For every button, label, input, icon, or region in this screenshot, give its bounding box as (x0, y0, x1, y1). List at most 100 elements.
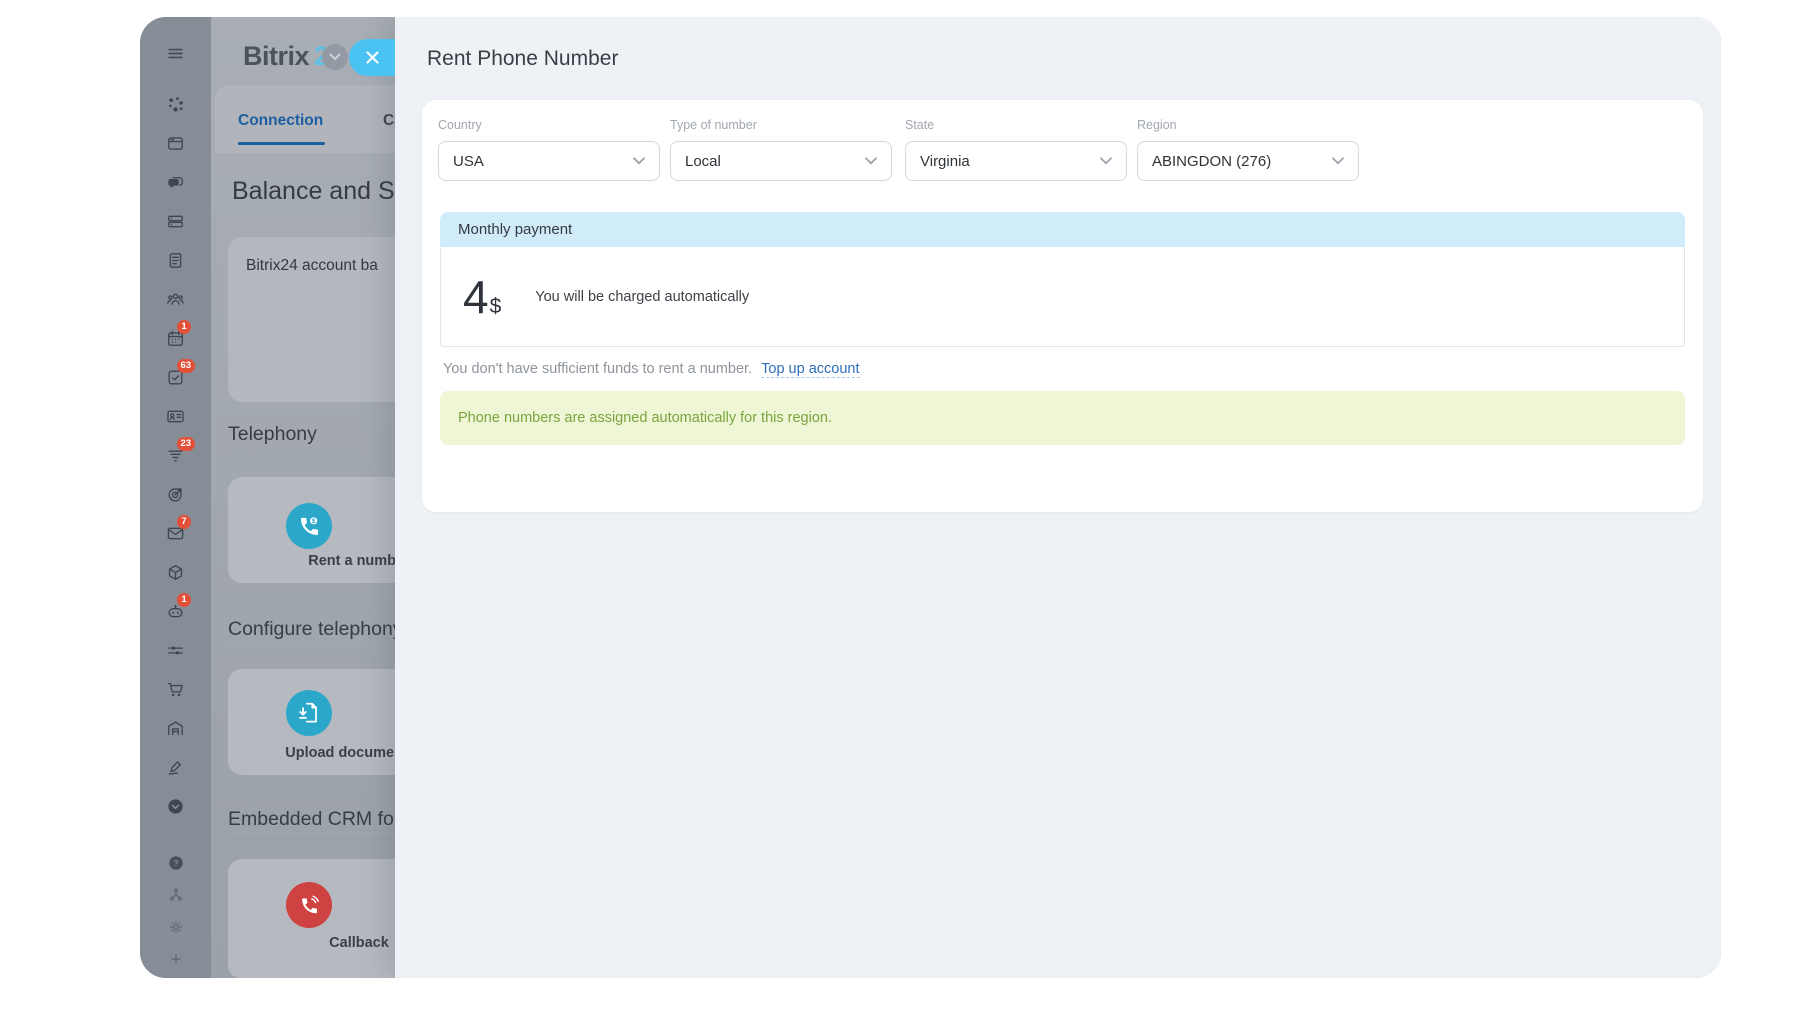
signature-pen-icon (166, 758, 185, 777)
phone-dollar-icon: $ (286, 503, 332, 549)
logo-dropdown-button[interactable] (322, 44, 348, 70)
section-title-embedded-crm-form: Embedded CRM form (228, 808, 417, 831)
top-up-account-link[interactable]: Top up account (761, 361, 859, 378)
sidebar-item-automation[interactable] (140, 631, 211, 670)
sidebar-item-more[interactable] (140, 787, 211, 826)
monthly-payment-box: 4 $ You will be charged automatically (440, 247, 1685, 347)
payment-currency: $ (490, 295, 502, 319)
page-title: Balance and St (232, 177, 402, 206)
sidebar-item-sites[interactable] (140, 553, 211, 592)
payment-amount: 4 $ (463, 274, 501, 320)
country-label: Country (438, 118, 660, 132)
drive-icon (166, 212, 185, 231)
chevron-down-icon (329, 53, 341, 61)
chevron-down-icon (633, 157, 645, 165)
country-value: USA (453, 153, 484, 170)
callback-phone-icon (286, 882, 332, 928)
state-select[interactable]: Virginia (905, 141, 1127, 181)
region-label: Region (1137, 118, 1359, 132)
panel-title: Rent Phone Number (427, 47, 618, 71)
svg-text:$: $ (312, 518, 316, 525)
target-icon (166, 485, 185, 504)
hamburger-menu-icon[interactable] (166, 44, 185, 63)
sidebar-bottom-rail: ? (140, 847, 211, 975)
country-select[interactable]: USA (438, 141, 660, 181)
app-window: Bitrix24 Connection Ca Balance and St Bi… (140, 17, 1721, 978)
type-of-number-label: Type of number (670, 118, 892, 132)
sidebar-item-sales-funnel[interactable]: 23 (140, 436, 211, 475)
logo-part-1: Bitrix (243, 41, 309, 71)
tab-connection[interactable]: Connection (238, 112, 323, 130)
type-of-number-value: Local (685, 153, 721, 170)
chat-bubbles-icon (166, 173, 185, 192)
sidebar-item-copilot[interactable]: 1 (140, 592, 211, 631)
funds-text: You don't have sufficient funds to rent … (443, 361, 752, 377)
upload-document-icon (286, 690, 332, 736)
sidebar-item-mail[interactable]: 7 (140, 514, 211, 553)
sidebar-item-store[interactable] (140, 670, 211, 709)
chevron-down-circle-icon (166, 797, 185, 816)
chevron-down-icon (1332, 157, 1344, 165)
sidebar-item-structure[interactable] (140, 879, 211, 911)
insufficient-funds-message: You don't have sufficient funds to rent … (443, 361, 860, 377)
field-region: Region ABINGDON (276) (1137, 118, 1359, 181)
region-assignment-notice: Phone numbers are assigned automatically… (440, 391, 1685, 445)
sidebar-item-warehouse[interactable] (140, 709, 211, 748)
section-title-telephony: Telephony (228, 423, 317, 446)
sidebar-item-marketing[interactable] (140, 475, 211, 514)
field-state: State Virginia (905, 118, 1127, 181)
sidebar-item-crm[interactable] (140, 397, 211, 436)
rent-phone-number-panel: Rent Phone Number Country USA Type of nu… (395, 17, 1721, 978)
tasks-badge: 63 (177, 359, 195, 373)
sidebar-item-sign[interactable] (140, 748, 211, 787)
sidebar-item-add[interactable] (140, 943, 211, 975)
sidebar-item-calendar[interactable]: 1 (140, 319, 211, 358)
mail-badge: 7 (177, 515, 191, 529)
help-icon: ? (168, 855, 184, 871)
sales-funnel-badge: 23 (177, 437, 195, 451)
calendar-badge: 1 (177, 320, 191, 334)
sidebar-item-feed[interactable] (140, 124, 211, 163)
cart-icon (166, 680, 185, 699)
sidebar-item-pulse[interactable] (140, 85, 211, 124)
monthly-payment-header: Monthly payment (440, 212, 1685, 247)
close-icon (365, 50, 380, 65)
structure-icon (168, 887, 184, 903)
rent-number-form-card: Country USA Type of number Local State V… (422, 100, 1703, 512)
sidebar-item-settings[interactable] (140, 911, 211, 943)
svg-text:?: ? (173, 858, 178, 868)
feed-icon (166, 134, 185, 153)
sidebar-item-messenger[interactable] (140, 163, 211, 202)
cube-icon (166, 563, 185, 582)
warehouse-icon (166, 719, 185, 738)
sidebar-item-tasks[interactable]: 63 (140, 358, 211, 397)
plus-icon (168, 951, 184, 967)
sidebar-item-employees[interactable] (140, 280, 211, 319)
region-select[interactable]: ABINGDON (276) (1137, 141, 1359, 181)
payment-amount-number: 4 (463, 274, 489, 320)
state-label: State (905, 118, 1127, 132)
sliders-icon (166, 641, 185, 660)
state-value: Virginia (920, 153, 970, 170)
close-panel-button[interactable] (349, 39, 395, 76)
field-country: Country USA (438, 118, 660, 181)
payment-note: You will be charged automatically (535, 289, 749, 305)
sidebar-item-documents[interactable] (140, 241, 211, 280)
active-tab-underline (238, 142, 325, 145)
region-value: ABINGDON (276) (1152, 153, 1271, 170)
sidebar-item-help[interactable]: ? (140, 847, 211, 879)
people-icon (166, 290, 185, 309)
chevron-down-icon (1100, 157, 1112, 165)
document-icon (166, 251, 185, 270)
section-title-configure-telephony: Configure telephony (228, 618, 403, 641)
pulse-icon (166, 95, 185, 114)
sidebar-item-drive[interactable] (140, 202, 211, 241)
chevron-down-icon (865, 157, 877, 165)
field-type-of-number: Type of number Local (670, 118, 892, 181)
type-of-number-select[interactable]: Local (670, 141, 892, 181)
gear-icon (168, 919, 184, 935)
copilot-badge: 1 (177, 593, 191, 607)
sidebar: 1 63 23 7 1 ? (140, 17, 211, 978)
sidebar-rail: 1 63 23 7 1 (140, 85, 211, 826)
contact-card-icon (166, 407, 185, 426)
